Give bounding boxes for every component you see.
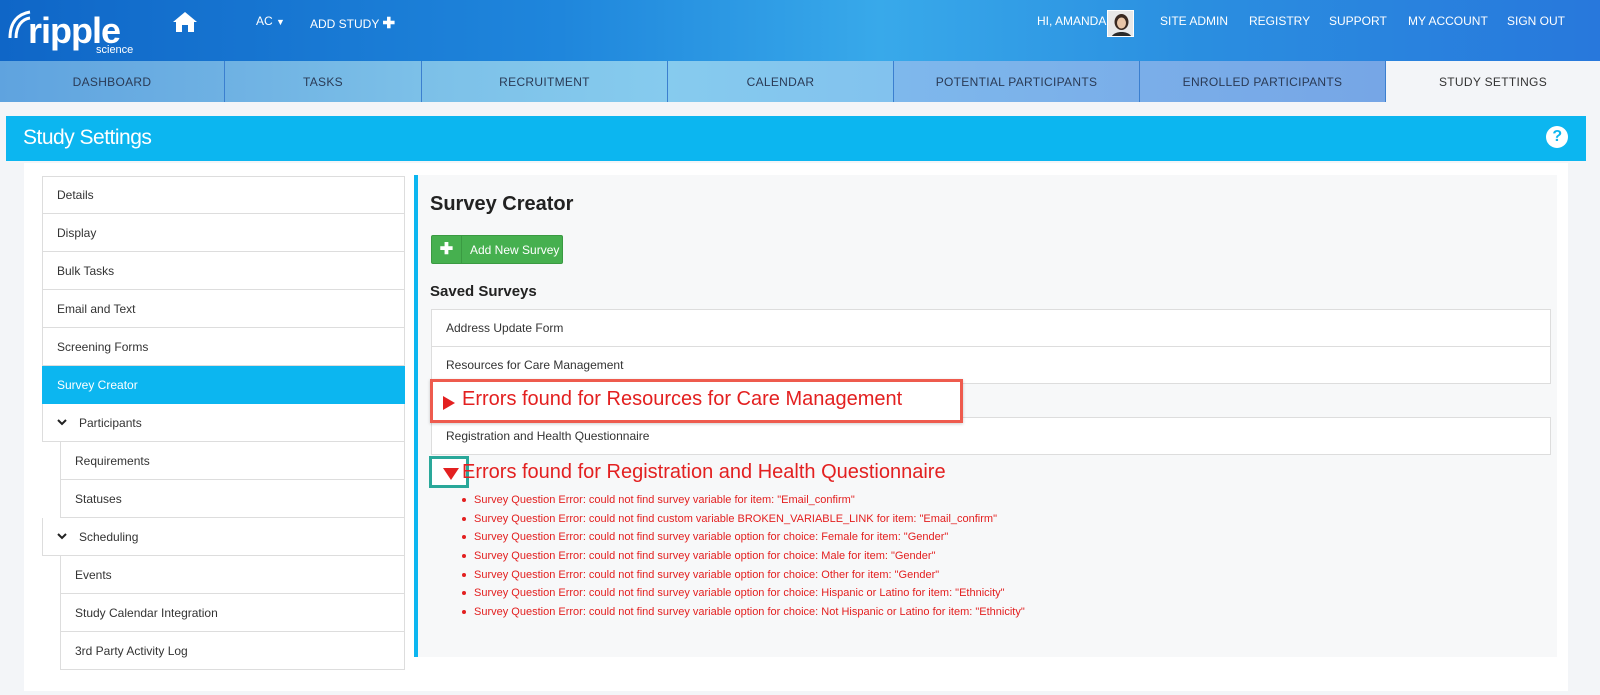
tab-dashboard[interactable]: DASHBOARD — [0, 61, 225, 102]
sidebar-item-participants[interactable]: Participants — [42, 404, 405, 442]
sidebar-item-survey-creator[interactable]: Survey Creator — [42, 366, 405, 404]
chevron-down-icon — [57, 419, 67, 426]
main-nav: DASHBOARD TASKS RECRUITMENT CALENDAR POT… — [0, 61, 1600, 102]
error-header-registration[interactable]: Errors found for Registration and Health… — [462, 461, 946, 484]
study-dropdown[interactable]: AC ▼ — [256, 14, 285, 28]
sidebar-item-study-calendar-integration[interactable]: Study Calendar Integration — [60, 594, 405, 632]
help-icon[interactable]: ? — [1546, 126, 1568, 148]
content-title: Survey Creator — [430, 193, 574, 215]
tab-calendar[interactable]: CALENDAR — [668, 61, 894, 102]
sidebar-item-label: Participants — [79, 415, 142, 430]
study-settings-header: Study Settings ? — [6, 116, 1586, 161]
error-item: Survey Question Error: could not find su… — [462, 491, 1025, 510]
support-link[interactable]: SUPPORT — [1329, 14, 1387, 28]
caret-down-icon: ▼ — [276, 17, 285, 27]
survey-name: Registration and Health Questionnaire — [446, 429, 650, 443]
error-header-resources[interactable]: Errors found for Resources for Care Mana… — [462, 388, 902, 411]
sidebar-item-3rd-party-activity-log[interactable]: 3rd Party Activity Log — [60, 632, 405, 670]
sidebar-item-label: Bulk Tasks — [57, 263, 115, 278]
avatar[interactable] — [1107, 10, 1134, 37]
survey-row-address-update-form[interactable]: Address Update Form — [431, 309, 1551, 347]
error-list: Survey Question Error: could not find su… — [462, 491, 1025, 622]
add-study-link[interactable]: ADD STUDY ✚ — [310, 14, 395, 32]
sidebar-item-label: Screening Forms — [57, 339, 149, 354]
settings-sidebar: Details Display Bulk Tasks Email and Tex… — [42, 176, 405, 670]
error-item: Survey Question Error: could not find cu… — [462, 510, 1025, 529]
user-avatar-icon — [1108, 11, 1133, 36]
triangle-right-icon — [443, 396, 455, 410]
sidebar-item-label: Email and Text — [57, 301, 136, 316]
add-study-label: ADD STUDY — [310, 17, 380, 31]
tab-potential-participants[interactable]: POTENTIAL PARTICIPANTS — [894, 61, 1140, 102]
survey-name: Address Update Form — [446, 321, 564, 335]
sidebar-item-label: Display — [57, 225, 97, 240]
registry-link[interactable]: REGISTRY — [1249, 14, 1310, 28]
sidebar-item-label: Scheduling — [79, 529, 139, 544]
sign-out-link[interactable]: SIGN OUT — [1507, 14, 1565, 28]
tab-study-settings[interactable]: STUDY SETTINGS — [1386, 61, 1600, 102]
my-account-link[interactable]: MY ACCOUNT — [1408, 14, 1488, 28]
plus-icon: ✚ — [382, 15, 396, 32]
sidebar-item-scheduling[interactable]: Scheduling — [42, 518, 405, 556]
sidebar-item-label: 3rd Party Activity Log — [75, 643, 188, 658]
page-title: Study Settings — [23, 126, 152, 149]
site-admin-link[interactable]: SITE ADMIN — [1160, 14, 1228, 28]
chevron-down-icon — [57, 533, 67, 540]
sidebar-item-label: Survey Creator — [57, 377, 138, 392]
triangle-down-icon — [443, 468, 459, 480]
logo-subtext: science — [96, 44, 134, 56]
home-icon[interactable] — [172, 10, 198, 34]
error-item: Survey Question Error: could not find su… — [462, 603, 1025, 622]
sidebar-item-details[interactable]: Details — [42, 176, 405, 214]
add-new-survey-label: Add New Survey — [470, 242, 560, 257]
error-item: Survey Question Error: could not find su… — [462, 547, 1025, 566]
sidebar-item-screening-forms[interactable]: Screening Forms — [42, 328, 405, 366]
plus-icon: ✚ — [432, 236, 462, 263]
sidebar-item-statuses[interactable]: Statuses — [60, 480, 405, 518]
sidebar-item-label: Details — [57, 188, 94, 202]
greeting: HI, AMANDA — [1037, 14, 1107, 28]
sidebar-item-display[interactable]: Display — [42, 214, 405, 252]
sidebar-item-bulk-tasks[interactable]: Bulk Tasks — [42, 252, 405, 290]
study-dropdown-label: AC — [256, 14, 273, 28]
sidebar-item-email-and-text[interactable]: Email and Text — [42, 290, 405, 328]
error-item: Survey Question Error: could not find su… — [462, 528, 1025, 547]
error-item: Survey Question Error: could not find su… — [462, 566, 1025, 585]
ripple-logo[interactable]: ripple science — [6, 6, 136, 56]
add-new-survey-button[interactable]: ✚ Add New Survey — [431, 235, 563, 264]
sidebar-item-label: Statuses — [75, 491, 122, 506]
sidebar-item-label: Study Calendar Integration — [75, 605, 218, 620]
sidebar-item-events[interactable]: Events — [60, 556, 405, 594]
saved-surveys-title: Saved Surveys — [430, 283, 537, 300]
tab-recruitment[interactable]: RECRUITMENT — [422, 61, 668, 102]
sidebar-item-label: Requirements — [75, 453, 150, 468]
sidebar-item-label: Events — [75, 567, 112, 582]
tab-tasks[interactable]: TASKS — [225, 61, 422, 102]
error-item: Survey Question Error: could not find su… — [462, 584, 1025, 603]
sidebar-item-requirements[interactable]: Requirements — [60, 442, 405, 480]
tab-enrolled-participants[interactable]: ENROLLED PARTICIPANTS — [1140, 61, 1386, 102]
survey-name: Resources for Care Management — [446, 358, 624, 372]
top-header: ripple science AC ▼ ADD STUDY ✚ HI, AMAN… — [0, 0, 1600, 61]
